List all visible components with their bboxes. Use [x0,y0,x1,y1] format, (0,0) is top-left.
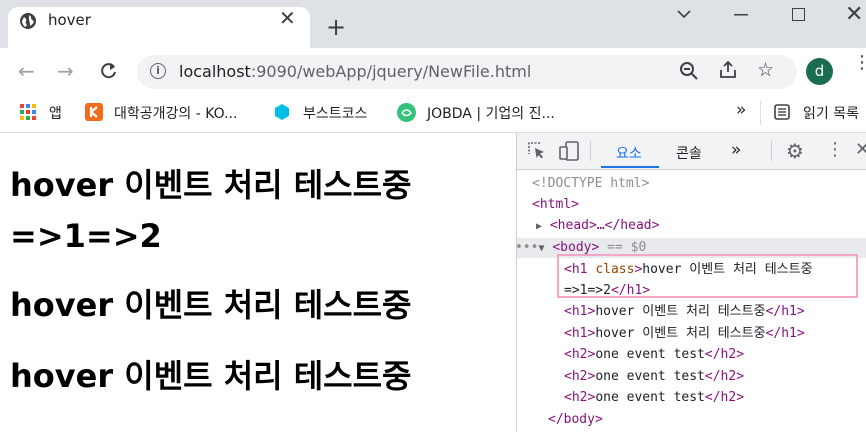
bookmark-item[interactable]: 부스트코스 [303,103,367,123]
plus-icon[interactable]: + [326,15,346,39]
window-close-icon[interactable]: ✕ [845,2,863,27]
dom-h1-selected-line2[interactable]: =>1=>2</h1> [564,283,650,299]
divider [771,141,772,161]
tab-title: hover [48,11,91,29]
gear-icon[interactable]: ⚙ [786,139,804,163]
maximize-icon[interactable] [792,8,805,21]
active-tab-indicator [601,166,659,168]
divider [590,141,591,161]
expand-arrow-icon[interactable]: ▶ [536,221,542,232]
tab-elements[interactable]: 요소 [616,143,642,163]
devtools-more-tabs[interactable]: » [731,140,741,160]
divider [760,101,761,125]
inspect-element-icon[interactable] [528,142,546,160]
close-icon[interactable]: ✕ [855,139,866,160]
dom-body-close[interactable]: </body> [548,412,603,428]
dom-head-row[interactable]: ▶ <head>…</head> [536,218,659,235]
bookmark-apps[interactable]: 앱 [49,103,62,123]
heading-1-line2: =>1=>2 [10,217,162,255]
star-icon[interactable]: ☆ [757,59,774,81]
reload-icon[interactable] [99,61,119,81]
bookmarks-overflow[interactable]: » [736,100,746,120]
dom-h1-row[interactable]: <h1>hover 이벤트 처리 테스트중</h1> [564,326,805,342]
heading-1: hover 이벤트 처리 테스트중 [10,166,412,204]
reading-list-label[interactable]: 읽기 목록 [803,103,859,123]
boostcourse-logo-icon [275,104,289,120]
globe-icon [20,13,36,29]
avatar[interactable]: d [806,58,833,85]
collapse-arrow-icon[interactable]: ▼ [538,243,544,254]
bookmark-item[interactable]: 대학공개강의 - KO... [114,103,237,123]
close-icon[interactable]: ✕ [279,8,296,28]
url-text[interactable]: localhost:9090/webApp/jquery/NewFile.htm… [179,62,531,81]
dom-h2-row[interactable]: <h2>one event test</h2> [564,369,744,385]
minimize-icon[interactable] [734,14,748,16]
kocw-logo-icon [85,103,103,121]
arrow-left-icon[interactable]: ← [18,60,35,82]
jobda-logo-icon [397,103,416,122]
arrow-right-icon[interactable]: → [57,60,74,82]
url-host: localhost [179,62,251,81]
apps-grid-icon[interactable] [20,104,36,120]
bookmark-item[interactable]: JOBDA | 기업의 진... [427,103,555,123]
device-toolbar-icon[interactable] [559,141,579,161]
info-icon[interactable]: i [150,63,166,79]
tab-console[interactable]: 콘솔 [676,143,702,163]
more-vert-icon[interactable]: ⋮ [826,139,844,160]
zoom-out-icon[interactable] [679,61,699,81]
dom-h1-selected[interactable]: <h1 class>hover 이벤트 처리 테스트중 [564,262,813,278]
heading-2: hover 이벤트 처리 테스트중 [10,286,412,324]
dom-html-open[interactable]: <html> [532,197,579,213]
dom-h1-row[interactable]: <h1>hover 이벤트 처리 테스트중</h1> [564,304,805,320]
dom-doctype: <!DOCTYPE html> [532,176,650,191]
heading-3: hover 이벤트 처리 테스트중 [10,357,412,395]
reading-list-icon[interactable] [774,104,790,120]
chevron-down-icon[interactable] [676,8,692,20]
url-path: :9090/webApp/jquery/NewFile.html [250,62,532,81]
dom-h2-row[interactable]: <h2>one event test</h2> [564,347,744,363]
dom-h2-row[interactable]: <h2>one event test</h2> [564,390,744,406]
share-icon[interactable] [718,60,738,80]
more-vert-icon[interactable]: ⋮ [853,54,866,72]
